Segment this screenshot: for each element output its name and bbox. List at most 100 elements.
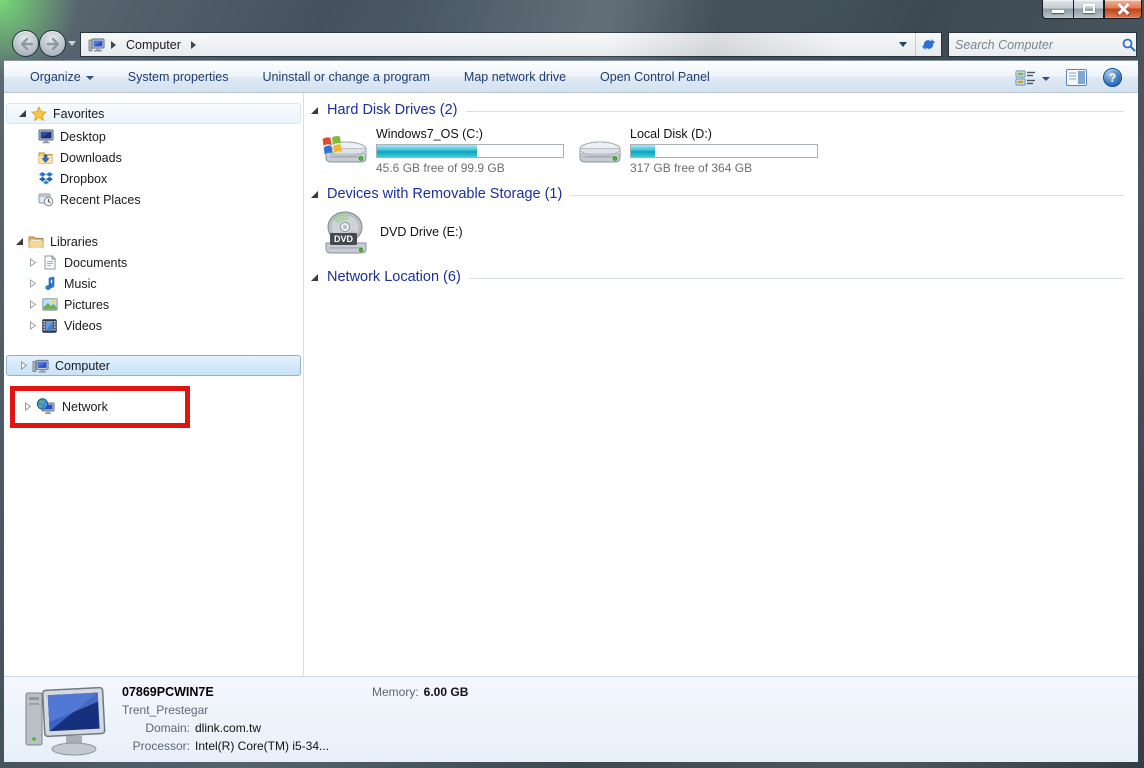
group-title: Network Location (6) [327, 269, 461, 285]
breadcrumb-arrow-icon[interactable] [111, 41, 116, 49]
star-icon [30, 106, 47, 122]
preview-pane-button[interactable] [1066, 69, 1087, 86]
recent-pages-chevron-icon[interactable] [68, 41, 76, 46]
expander-open-icon [310, 190, 319, 199]
back-button[interactable] [12, 30, 39, 57]
capacity-bar [630, 144, 818, 158]
sidebar-label: Recent Places [60, 193, 141, 207]
search-icon [1122, 38, 1136, 52]
sidebar-item-network[interactable]: Network [17, 396, 187, 417]
command-toolbar: Organize System properties Uninstall or … [4, 60, 1138, 93]
sidebar-label: Computer [55, 359, 110, 373]
processor-row: Processor: Intel(R) Core(TM) i5-34... [122, 739, 329, 753]
refresh-button[interactable] [915, 33, 941, 56]
sidebar-label: Documents [64, 256, 127, 270]
breadcrumb: Computer [81, 37, 891, 53]
uninstall-label: Uninstall or change a program [262, 70, 429, 84]
group-rule [466, 111, 1124, 112]
sidebar-label: Pictures [64, 298, 109, 312]
sidebar-item-computer[interactable]: Computer [6, 355, 301, 376]
sidebar-item-videos[interactable]: Videos [28, 315, 102, 336]
search-input[interactable] [949, 38, 1122, 52]
forward-button[interactable] [39, 30, 66, 57]
expander-open-icon[interactable] [17, 109, 27, 118]
group-header-removable-storage[interactable]: Devices with Removable Storage (1) [310, 186, 1124, 202]
domain-value: dlink.com.tw [195, 721, 261, 735]
domain-label: Domain: [122, 721, 190, 735]
close-icon [1117, 3, 1130, 15]
help-icon: ? [1109, 71, 1116, 85]
expander-closed-icon[interactable] [28, 258, 38, 267]
sidebar-item-dropbox[interactable]: Dropbox [37, 168, 107, 189]
group-header-network-location[interactable]: Network Location (6) [310, 269, 1124, 285]
desktop-icon [37, 129, 54, 145]
help-button[interactable]: ? [1103, 68, 1122, 87]
dvd-drive-item[interactable]: DVD DVD Drive (E:) [320, 207, 463, 257]
explorer-window: Computer Organize System properties Unin… [0, 0, 1144, 768]
dvd-drive-icon: DVD [320, 207, 370, 257]
expander-closed-icon[interactable] [19, 361, 29, 370]
hard-drive-icon [574, 127, 622, 169]
capacity-bar-fill [631, 145, 655, 157]
change-view-button[interactable] [1015, 69, 1050, 87]
drive-name: Windows7_OS (C:) [376, 127, 564, 141]
group-rule [570, 195, 1124, 196]
dvd-drive-name: DVD Drive (E:) [380, 225, 463, 239]
videos-icon [41, 318, 58, 334]
back-icon [19, 37, 34, 51]
network-globe-icon [36, 399, 56, 415]
address-bar[interactable]: Computer [80, 32, 942, 57]
window-controls [1042, 0, 1142, 19]
sidebar-label: Libraries [50, 235, 98, 249]
content-area: Favorites Desktop Downloads Dropbox [4, 93, 1138, 676]
group-title: Devices with Removable Storage (1) [327, 186, 562, 202]
sidebar-item-favorites[interactable]: Favorites [6, 103, 301, 124]
recent-places-icon [37, 192, 54, 208]
system-properties-button[interactable]: System properties [118, 65, 239, 89]
domain-row: Domain: dlink.com.tw [122, 721, 261, 735]
chevron-down-icon [1042, 77, 1050, 81]
group-header-hard-disk-drives[interactable]: Hard Disk Drives (2) [310, 102, 1124, 118]
expander-closed-icon[interactable] [23, 402, 33, 411]
expander-closed-icon[interactable] [28, 321, 38, 330]
drive-name: Local Disk (D:) [630, 127, 818, 141]
expander-open-icon [310, 106, 319, 115]
expander-open-icon[interactable] [14, 237, 24, 246]
organize-label: Organize [30, 70, 81, 84]
system-properties-label: System properties [128, 70, 229, 84]
sidebar-item-recent-places[interactable]: Recent Places [37, 189, 141, 210]
music-note-icon [41, 276, 58, 292]
sidebar-item-pictures[interactable]: Pictures [28, 294, 109, 315]
sidebar-label: Favorites [53, 107, 104, 121]
expander-closed-icon[interactable] [28, 300, 38, 309]
sidebar-label: Downloads [60, 151, 122, 165]
search-button[interactable] [1122, 38, 1136, 52]
drive-item-c[interactable]: Windows7_OS (C:) 45.6 GB free of 99.9 GB [320, 127, 564, 175]
sidebar-item-libraries[interactable]: Libraries [4, 231, 98, 252]
open-control-panel-button[interactable]: Open Control Panel [590, 65, 720, 89]
group-rule [469, 278, 1124, 279]
minimize-icon [1052, 10, 1064, 13]
sidebar-item-documents[interactable]: Documents [28, 252, 127, 273]
address-dropdown-button[interactable] [891, 33, 915, 56]
forward-icon [46, 37, 61, 51]
sidebar-item-music[interactable]: Music [28, 273, 97, 294]
sidebar-label: Desktop [60, 130, 106, 144]
drive-item-d[interactable]: Local Disk (D:) 317 GB free of 364 GB [574, 127, 818, 175]
search-box [948, 32, 1137, 57]
minimize-button[interactable] [1042, 0, 1073, 19]
annotation-red-box: Network [10, 386, 190, 428]
map-network-drive-button[interactable]: Map network drive [454, 65, 576, 89]
uninstall-program-button[interactable]: Uninstall or change a program [252, 65, 439, 89]
sidebar-item-downloads[interactable]: Downloads [37, 147, 122, 168]
sidebar-label: Network [62, 400, 108, 414]
breadcrumb-arrow-icon[interactable] [191, 41, 196, 49]
expander-closed-icon[interactable] [28, 279, 38, 288]
navigation-pane: Favorites Desktop Downloads Dropbox [4, 93, 303, 676]
organize-button[interactable]: Organize [20, 65, 104, 89]
breadcrumb-segment-computer[interactable]: Computer [122, 38, 185, 52]
processor-label: Processor: [122, 739, 190, 753]
close-button[interactable] [1104, 0, 1142, 19]
sidebar-item-desktop[interactable]: Desktop [37, 126, 106, 147]
maximize-button[interactable] [1073, 0, 1104, 19]
